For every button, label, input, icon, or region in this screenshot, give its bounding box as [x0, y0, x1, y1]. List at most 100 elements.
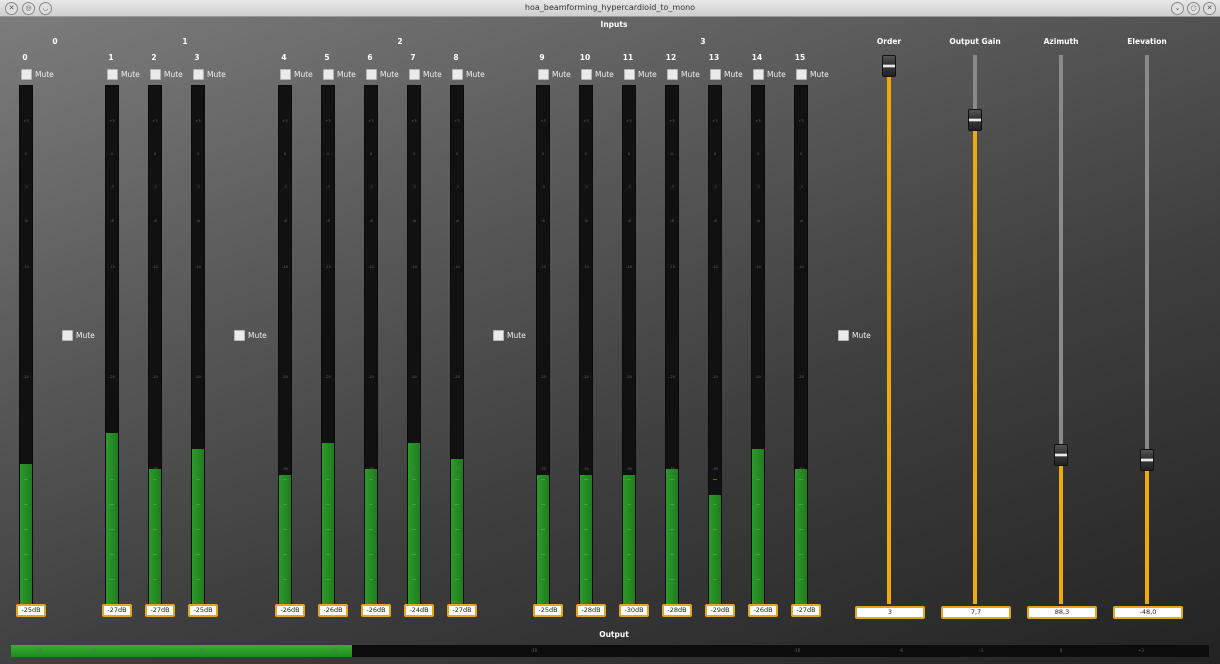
control-value-field[interactable]: 7,7: [941, 606, 1011, 619]
channel-mute-toggle[interactable]: Mute: [409, 69, 442, 80]
meter-tick-label: 0: [412, 152, 416, 156]
meter-grid-tick: [799, 479, 803, 480]
mute-checkbox[interactable]: [21, 69, 32, 80]
channel-level-value: -28dB: [662, 604, 692, 617]
order-mute-toggle[interactable]: Mute: [493, 330, 526, 341]
slider-handle[interactable]: [968, 109, 982, 131]
meter-tick-label: 0: [196, 152, 200, 156]
channel-level-value: -24dB: [404, 604, 434, 617]
slider-handle[interactable]: [1140, 449, 1154, 471]
channel-label: 12: [665, 53, 677, 62]
control-value-field[interactable]: -48,0: [1113, 606, 1183, 619]
order-mute-toggle[interactable]: Mute: [62, 330, 95, 341]
mute-checkbox[interactable]: [409, 69, 420, 80]
mute-checkbox[interactable]: [624, 69, 635, 80]
meter-grid-tick: [24, 554, 28, 555]
channel-mute-toggle[interactable]: Mute: [538, 69, 571, 80]
minimize-icon[interactable]: ⌄: [1171, 2, 1184, 15]
mute-checkbox[interactable]: [107, 69, 118, 80]
mute-checkbox[interactable]: [234, 330, 245, 341]
meter-tick-label: +3: [626, 119, 632, 123]
meter-tick-label: -30: [195, 467, 201, 471]
channel-level-value: -25dB: [188, 604, 218, 617]
meter-tick-label: +3: [368, 119, 374, 123]
output-tick-label: +3: [1138, 648, 1144, 653]
channel-mute-toggle[interactable]: Mute: [624, 69, 657, 80]
meter-tick-label: -6: [713, 219, 717, 223]
slider-handle[interactable]: [1054, 444, 1068, 466]
window-title: hoa_beamforming_hypercardioid_to_mono: [524, 3, 696, 12]
inputs-title: Inputs: [600, 20, 628, 29]
meter-tick-label: -30: [669, 467, 675, 471]
meter-grid-tick: [455, 554, 459, 555]
channel-mute-toggle[interactable]: Mute: [753, 69, 786, 80]
channel-mute-toggle[interactable]: Mute: [107, 69, 140, 80]
mute-checkbox[interactable]: [493, 330, 504, 341]
channel-mute-toggle[interactable]: Mute: [581, 69, 614, 80]
channel-mute-toggle[interactable]: Mute: [323, 69, 356, 80]
meter-grid-tick: [541, 479, 545, 480]
meter-tick-label: -20: [583, 375, 589, 379]
mute-checkbox[interactable]: [667, 69, 678, 80]
mute-checkbox[interactable]: [62, 330, 73, 341]
mute-checkbox[interactable]: [366, 69, 377, 80]
mute-checkbox[interactable]: [581, 69, 592, 80]
meter-grid-tick: [153, 529, 157, 530]
mute-label: Mute: [35, 70, 54, 79]
mute-label: Mute: [810, 70, 829, 79]
mute-checkbox[interactable]: [710, 69, 721, 80]
mute-checkbox[interactable]: [193, 69, 204, 80]
channel-mute-toggle[interactable]: Mute: [796, 69, 829, 80]
mute-checkbox[interactable]: [753, 69, 764, 80]
mute-checkbox[interactable]: [452, 69, 463, 80]
order-mute-toggle[interactable]: Mute: [838, 330, 871, 341]
meter-grid-tick: [584, 479, 588, 480]
slider-handle[interactable]: [882, 55, 896, 77]
meter-grid-tick: [799, 504, 803, 505]
meter-grid-tick: [455, 504, 459, 505]
meter-tick-label: -6: [326, 219, 330, 223]
mute-label: Mute: [248, 331, 267, 340]
mute-checkbox[interactable]: [150, 69, 161, 80]
maximize-icon[interactable]: ○: [1187, 2, 1200, 15]
channel-level-meter: +3 0 -3 -6 -10 -20 -30: [105, 85, 119, 605]
mute-checkbox[interactable]: [280, 69, 291, 80]
output-meter-fill: [11, 645, 353, 657]
mute-label: Mute: [76, 331, 95, 340]
channel-mute-toggle[interactable]: Mute: [21, 69, 54, 80]
channel-level-meter: +3 0 -3 -6 -10 -20 -30: [407, 85, 421, 605]
channel-mute-toggle[interactable]: Mute: [280, 69, 313, 80]
order-mute-toggle[interactable]: Mute: [234, 330, 267, 341]
meter-tick-label: -10: [669, 265, 675, 269]
channel-level-value: -26dB: [748, 604, 778, 617]
channel-level-meter: +3 0 -3 -6 -10 -20 -30: [321, 85, 335, 605]
control-value-field[interactable]: 3: [855, 606, 925, 619]
channel-level-meter: +3 0 -3 -6 -10 -20 -30: [665, 85, 679, 605]
meter-grid-tick: [24, 579, 28, 580]
slider-fill: [1145, 461, 1149, 604]
mute-checkbox[interactable]: [796, 69, 807, 80]
meter-tick-label: -6: [196, 219, 200, 223]
channel-mute-toggle[interactable]: Mute: [193, 69, 226, 80]
channel-mute-toggle[interactable]: Mute: [667, 69, 700, 80]
meter-tick-label: -30: [798, 467, 804, 471]
channel-mute-toggle[interactable]: Mute: [452, 69, 485, 80]
meter-tick-label: +3: [583, 119, 589, 123]
output-tick-label: -6: [899, 648, 903, 653]
meter-grid-tick: [412, 479, 416, 480]
channel-level-value: -28dB: [576, 604, 606, 617]
mute-checkbox[interactable]: [538, 69, 549, 80]
mute-checkbox[interactable]: [838, 330, 849, 341]
meter-tick-label: +3: [454, 119, 460, 123]
channel-mute-toggle[interactable]: Mute: [150, 69, 183, 80]
meter-grid-tick: [196, 529, 200, 530]
meter-grid-tick: [541, 579, 545, 580]
channel-mute-toggle[interactable]: Mute: [710, 69, 743, 80]
control-value-field[interactable]: 88,3: [1027, 606, 1097, 619]
close-icon[interactable]: ✕: [1203, 2, 1216, 15]
mute-checkbox[interactable]: [323, 69, 334, 80]
meter-grid-tick: [756, 479, 760, 480]
meter-tick-label: 0: [283, 152, 287, 156]
output-tick-label: -60: [35, 648, 43, 653]
channel-mute-toggle[interactable]: Mute: [366, 69, 399, 80]
